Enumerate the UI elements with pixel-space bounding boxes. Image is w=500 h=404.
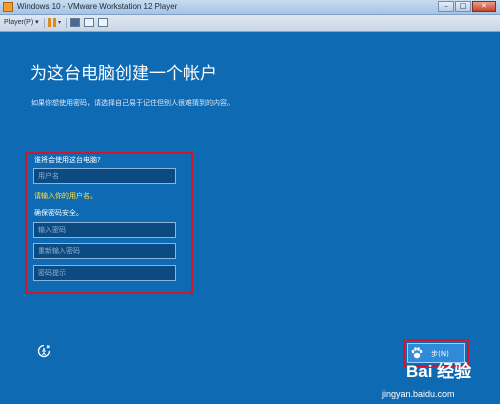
password-input[interactable] — [33, 222, 176, 238]
player-toolbar: Player(P) ▾ ▾ — [0, 15, 500, 32]
username-hint: 请输入你的用户名。 — [34, 192, 97, 200]
window-controls: – □ ✕ — [437, 1, 496, 13]
page-description: 如果你想使用密码，请选择自己易于记住但别人很难猜到的内容。 — [31, 99, 234, 107]
password-label: 确保密码安全。 — [34, 209, 83, 217]
chevron-down-icon: ▾ — [35, 19, 39, 26]
confirm-password-input[interactable] — [33, 243, 176, 259]
toolbar-divider — [44, 18, 45, 28]
send-ctrl-alt-del-icon[interactable] — [70, 18, 80, 27]
window-titlebar[interactable]: Windows 10 - VMware Workstation 12 Playe… — [0, 0, 500, 15]
window-title: Windows 10 - VMware Workstation 12 Playe… — [17, 2, 178, 11]
pause-icon[interactable] — [48, 18, 56, 27]
minimize-button[interactable]: – — [438, 1, 454, 12]
ease-of-access-icon[interactable] — [36, 343, 52, 359]
username-label: 谁将会使用这台电脑? — [34, 156, 101, 164]
close-button[interactable]: ✕ — [472, 1, 496, 12]
baidu-paw-icon — [411, 347, 423, 359]
maximize-button[interactable]: □ — [455, 1, 471, 12]
player-menu-label: Player(P) — [4, 19, 34, 26]
player-menu-button[interactable]: Player(P) ▾ — [4, 17, 39, 28]
vmware-app-icon — [3, 2, 13, 12]
chevron-down-icon[interactable]: ▾ — [58, 18, 61, 28]
username-input[interactable] — [33, 168, 176, 184]
toolbar-divider — [66, 18, 67, 28]
watermark-logo-text: Bai 经验 — [406, 362, 472, 381]
watermark-url: jingyan.baidu.com — [382, 389, 455, 399]
baidu-watermark: Bai 经验 jingyan.baidu.com — [376, 360, 500, 404]
unity-icon[interactable] — [98, 18, 108, 27]
page-title: 为这台电脑创建一个帐户 — [30, 64, 217, 84]
password-hint-input[interactable] — [33, 265, 176, 281]
fit-guest-icon[interactable] — [84, 18, 94, 27]
